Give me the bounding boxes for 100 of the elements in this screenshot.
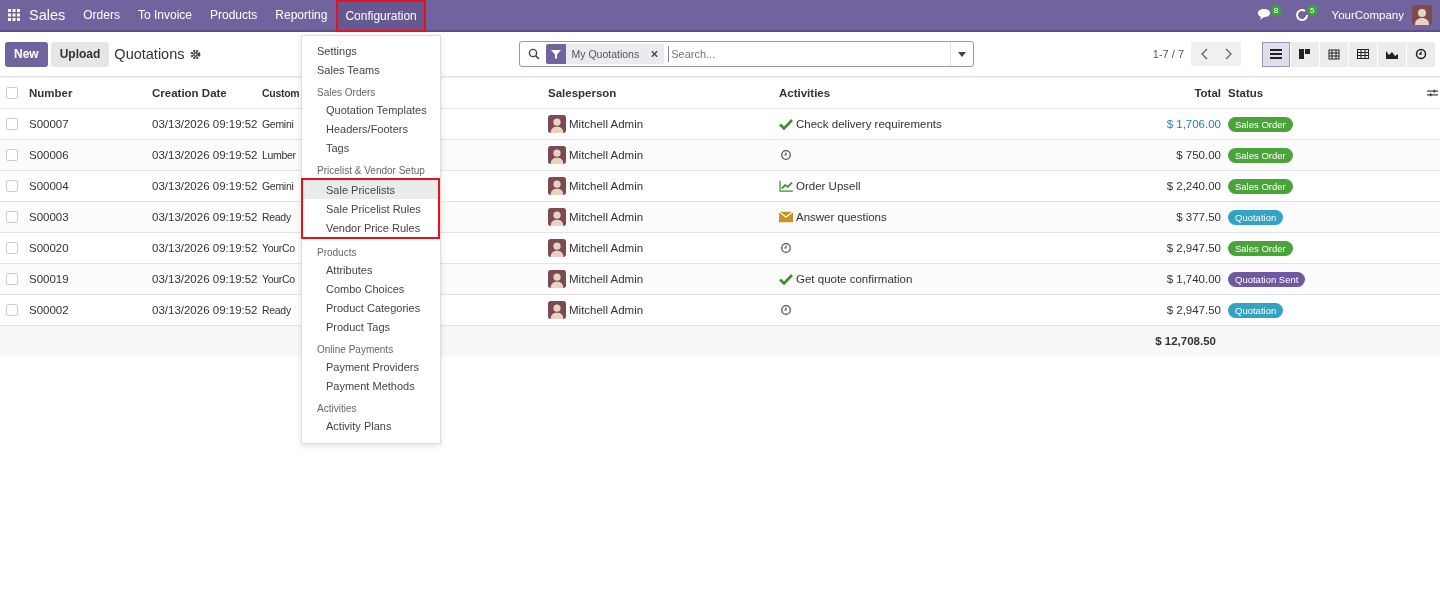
table-cell-text: 03/13/2026 09:19:52 (152, 211, 259, 223)
menu-item[interactable]: Product Categories (302, 298, 440, 317)
activity-view-button[interactable] (1407, 41, 1435, 67)
message-count-badge: 8 (1270, 4, 1282, 16)
table-cell-text: 03/13/2026 09:19:52 (152, 149, 259, 161)
select-all-checkbox[interactable] (6, 87, 18, 99)
user-avatar-icon (548, 146, 566, 164)
row-checkbox[interactable] (6, 273, 18, 285)
pivot-view-icon (1356, 48, 1370, 60)
settings-icon[interactable] (189, 48, 201, 60)
user-avatar-icon (548, 239, 566, 257)
row-checkbox[interactable] (6, 304, 18, 316)
upload-button[interactable]: Upload (50, 41, 110, 67)
salesperson-name: Mitchell Admin (569, 242, 644, 254)
checkmark-icon[interactable] (779, 118, 793, 130)
user-avatar-icon (548, 208, 566, 226)
salesperson-name: Mitchell Admin (569, 180, 644, 192)
nav-menu-item[interactable]: Products (201, 0, 267, 30)
chevron-left-icon (1199, 48, 1208, 60)
row-checkbox[interactable] (6, 118, 18, 130)
column-header[interactable]: Status (1228, 87, 1427, 99)
close-icon[interactable] (645, 44, 665, 64)
menu-item[interactable]: Payment Providers (302, 357, 440, 376)
status-badge: Sales Order (1228, 178, 1293, 194)
menu-item[interactable]: Attributes (302, 260, 440, 279)
table-cell: YourCo (262, 242, 295, 254)
table-cell-text: 03/13/2026 09:19:52 (152, 118, 259, 130)
activity-summary: Get quote confirmation (796, 273, 913, 285)
search-field[interactable]: My Quotations Search... (518, 41, 974, 67)
kanban-view-button[interactable] (1291, 41, 1319, 67)
activity-count-badge: 5 (1307, 4, 1318, 16)
pager-value[interactable]: 1-7 / 7 (1152, 48, 1184, 60)
menu-item[interactable]: Combo Choices (302, 279, 440, 298)
app-name[interactable]: Sales (29, 7, 66, 23)
app-grid-icon[interactable] (8, 9, 20, 21)
menu-item[interactable]: Quotation Templates (302, 100, 440, 119)
nav-menu-item[interactable]: Orders (74, 0, 129, 30)
total-amount: $ 377.50 (1175, 211, 1221, 223)
chevron-right-icon (1224, 48, 1233, 60)
menu-item[interactable]: Settings (302, 41, 440, 60)
column-header[interactable]: Total (1102, 87, 1221, 99)
total-amount: $ 2,947.50 (1165, 304, 1221, 316)
column-header[interactable]: Creation Date (152, 87, 262, 99)
menu-item[interactable]: Payment Methods (302, 376, 440, 395)
menu-section-header: Online Payments (316, 343, 395, 357)
total-amount: $ 1,740.00 (1165, 273, 1221, 285)
calendar-view-button[interactable] (1320, 41, 1348, 67)
column-header[interactable]: Salesperson (548, 87, 779, 99)
filter-icon (545, 44, 566, 64)
envelope-icon[interactable] (779, 211, 793, 223)
row-checkbox[interactable] (6, 149, 18, 161)
nav-menu-item[interactable]: Reporting (266, 0, 337, 30)
nav-menu-item[interactable]: Configuration (336, 0, 426, 32)
user-avatar-icon[interactable] (1412, 5, 1432, 25)
new-button[interactable]: New (5, 41, 48, 67)
pivot-view-button[interactable] (1349, 41, 1377, 67)
menu-item[interactable]: Tags (302, 138, 440, 157)
total-amount: $ 1,706.00 (1165, 118, 1221, 130)
nav-menu-item[interactable]: To Invoice (128, 0, 201, 30)
list-view-button[interactable] (1262, 41, 1290, 67)
company-name[interactable]: YourCompany (1331, 9, 1404, 21)
menu-item[interactable]: Headers/Footers (302, 119, 440, 138)
column-header[interactable]: Activities (779, 87, 1102, 99)
table-cell-text: S00003 (29, 211, 70, 223)
user-avatar-icon (548, 270, 566, 288)
checkmark-icon[interactable] (779, 273, 793, 285)
row-checkbox[interactable] (6, 180, 18, 192)
menu-item[interactable]: Vendor Price Rules (303, 218, 438, 237)
menu-section-header: Activities (316, 402, 358, 416)
table-cell: Lumber (262, 149, 296, 161)
column-header[interactable]: Custom (262, 87, 300, 99)
menu-item[interactable]: Sales Teams (302, 60, 440, 79)
menu-section-header: Sales Orders (316, 86, 377, 100)
chat-icon[interactable] (1256, 8, 1273, 22)
salesperson-name: Mitchell Admin (569, 149, 644, 161)
activity-view-icon (1414, 48, 1428, 60)
table-cell-text: S00002 (29, 304, 70, 316)
status-badge: Sales Order (1228, 147, 1293, 163)
filter-facet: My Quotations (565, 44, 646, 64)
menu-item[interactable]: Sale Pricelists (303, 180, 438, 199)
row-checkbox[interactable] (6, 242, 18, 254)
line-chart-icon[interactable] (779, 180, 793, 192)
graph-view-button[interactable] (1378, 41, 1406, 67)
table-cell: Ready (262, 211, 291, 223)
total-amount: $ 750.00 (1175, 149, 1221, 161)
menu-item[interactable]: Activity Plans (302, 416, 440, 435)
salesperson-name: Mitchell Admin (569, 211, 644, 223)
menu-section-header: Products (316, 246, 358, 260)
column-header[interactable]: Number (29, 87, 152, 99)
column-options-icon[interactable] (1427, 88, 1438, 98)
row-checkbox[interactable] (6, 211, 18, 223)
menu-item[interactable]: Product Tags (302, 317, 440, 336)
table-cell-text: 03/13/2026 09:19:52 (152, 180, 259, 192)
user-avatar-icon (548, 115, 566, 133)
user-avatar-icon (548, 301, 566, 319)
status-badge: Quotation Sent (1228, 271, 1306, 287)
salesperson-name: Mitchell Admin (569, 304, 644, 316)
status-badge: Quotation (1228, 209, 1284, 225)
activity-summary: Order Upsell (796, 180, 861, 192)
menu-item[interactable]: Sale Pricelist Rules (303, 199, 438, 218)
